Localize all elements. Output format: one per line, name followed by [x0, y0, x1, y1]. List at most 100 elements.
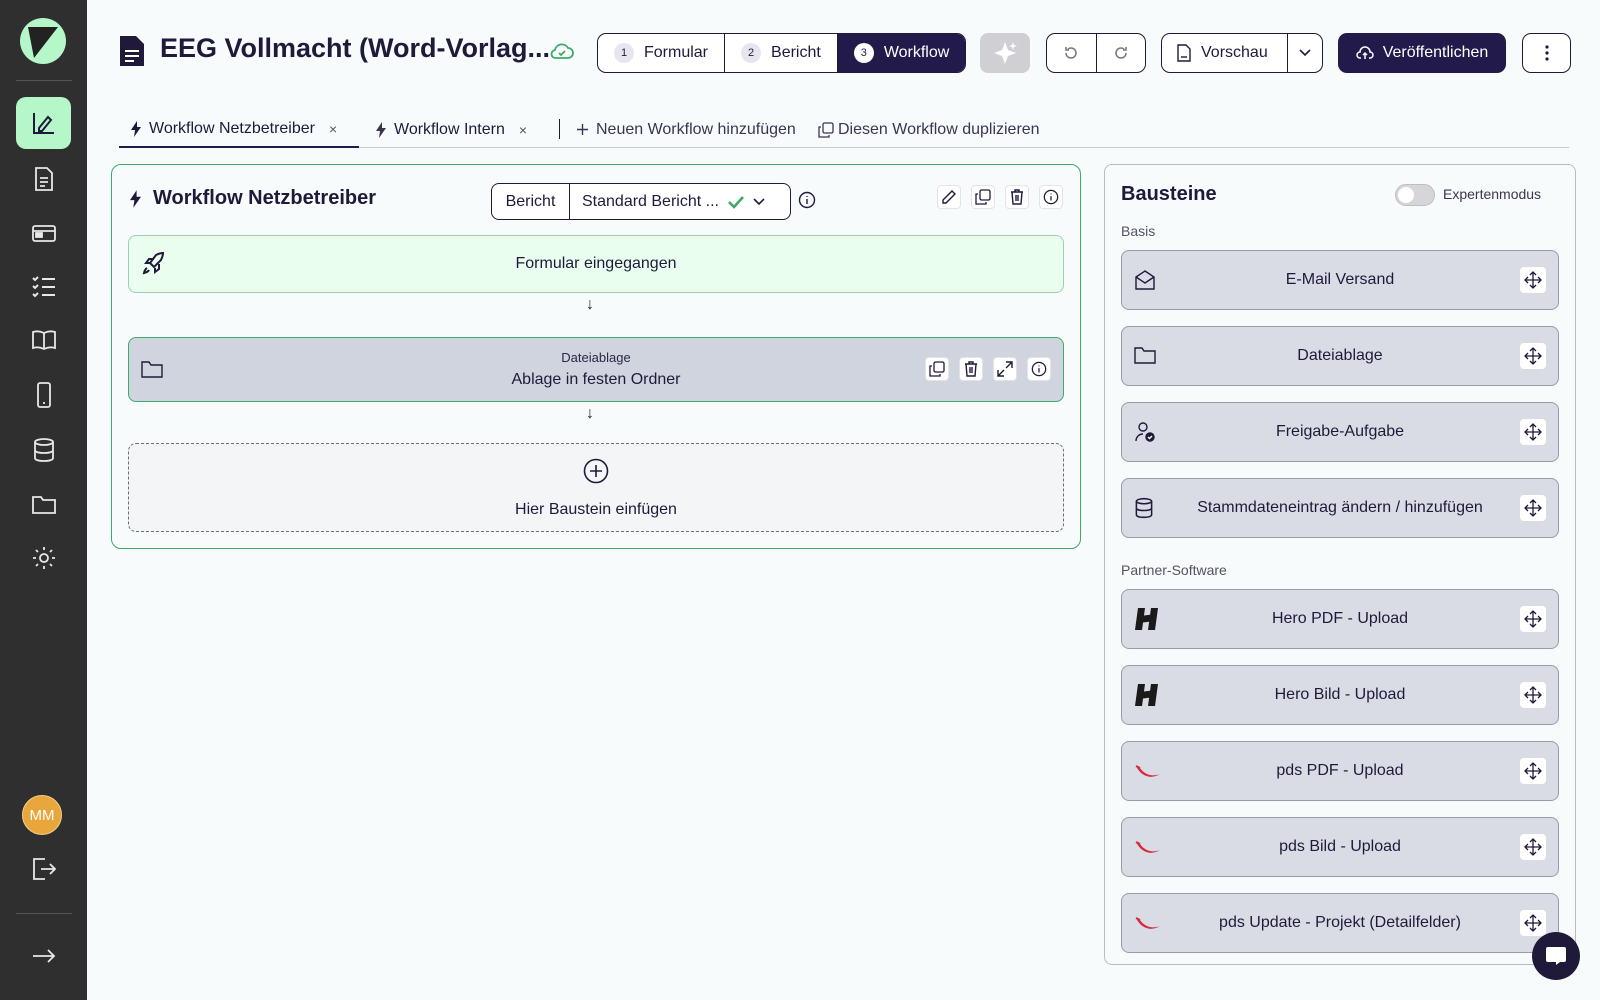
app-logo-icon[interactable] — [20, 18, 66, 64]
duplicate-workflow-button[interactable]: Diesen Workflow duplizieren — [818, 111, 1040, 148]
block-master-data[interactable]: Stammdateneintrag ändern / hinzufügen — [1121, 478, 1559, 538]
sidebar-item-tasks[interactable] — [16, 260, 71, 312]
bolt-icon — [130, 189, 141, 208]
more-vertical-icon — [1544, 45, 1549, 61]
move-icon[interactable] — [1520, 758, 1546, 784]
tab-label: Workflow Netzbetreiber — [149, 119, 315, 137]
duplicate-workflow-label: Diesen Workflow duplizieren — [838, 120, 1040, 138]
step-label: Workflow — [883, 44, 950, 61]
avatar-initials: MM — [29, 806, 55, 824]
logout-icon — [32, 858, 56, 880]
step-label: Bericht — [771, 44, 821, 61]
page-title: EEG Vollmacht (Word-Vorlag... — [160, 33, 551, 63]
tab-bericht[interactable]: 2 Bericht — [725, 34, 838, 72]
bolt-icon — [131, 120, 141, 137]
pdf-file-icon — [1177, 44, 1191, 62]
copy-icon — [929, 361, 945, 377]
delete-workflow-button[interactable] — [1005, 185, 1029, 209]
sidebar-item-logout[interactable] — [16, 843, 71, 895]
block-pds-image-upload[interactable]: pds Bild - Upload — [1121, 817, 1559, 877]
flow-arrow-icon: ↓ — [586, 405, 594, 422]
copy-step-button[interactable] — [925, 357, 949, 381]
cloud-check-icon — [550, 42, 574, 60]
wallet-icon — [31, 225, 56, 242]
tab-workflow-netzbetreiber[interactable]: Workflow Netzbetreiber × — [119, 111, 359, 148]
tab-workflow[interactable]: 3 Workflow — [837, 34, 966, 72]
report-select[interactable]: Bericht Standard Bericht ... — [491, 183, 791, 220]
tab-label: Workflow Intern — [394, 120, 505, 138]
preview-dropdown-button[interactable] — [1288, 34, 1322, 72]
expert-mode-toggle[interactable] — [1395, 184, 1435, 206]
workflow-info-button[interactable] — [1039, 185, 1063, 209]
trigger-node-label: Formular eingegangen — [515, 255, 677, 272]
block-approval-task[interactable]: Freigabe-Aufgabe — [1121, 402, 1559, 462]
block-file-storage[interactable]: Dateiablage — [1121, 326, 1559, 386]
hero-logo-icon — [1134, 682, 1162, 708]
workflow-canvas: Workflow Netzbetreiber Bericht Standard … — [111, 164, 1081, 549]
delete-step-button[interactable] — [959, 357, 983, 381]
database-icon — [33, 438, 54, 462]
sidebar-expand-button[interactable] — [16, 930, 71, 982]
move-icon[interactable] — [1520, 495, 1546, 521]
block-hero-image-upload[interactable]: Hero Bild - Upload — [1121, 665, 1559, 725]
sidebar-item-database[interactable] — [16, 424, 71, 476]
tab-formular[interactable]: 1 Formular — [598, 34, 726, 72]
sparkle-icon — [994, 42, 1017, 64]
plus-icon — [577, 124, 588, 135]
edit-workflow-button[interactable] — [937, 185, 961, 209]
sidebar-item-files[interactable] — [16, 478, 71, 530]
workflow-step-node[interactable]: Dateiablage Ablage in festen Ordner — [128, 337, 1064, 402]
report-info-icon[interactable] — [798, 191, 816, 209]
info-icon — [1043, 189, 1059, 205]
report-select-label: Bericht — [492, 184, 570, 219]
move-icon[interactable] — [1520, 682, 1546, 708]
checklist-icon — [31, 276, 55, 298]
add-workflow-button[interactable]: Neuen Workflow hinzufügen — [577, 111, 796, 148]
move-icon[interactable] — [1520, 419, 1546, 445]
hero-logo-icon — [1134, 606, 1162, 632]
step-info-button[interactable] — [1027, 357, 1051, 381]
preview-button[interactable]: Vorschau — [1162, 34, 1288, 72]
workflow-actions — [937, 185, 1063, 209]
move-icon[interactable] — [1520, 834, 1546, 860]
move-icon[interactable] — [1520, 267, 1546, 293]
chevron-down-icon — [1299, 49, 1311, 57]
copy-workflow-button[interactable] — [971, 185, 995, 209]
block-label: Hero PDF - Upload — [1271, 610, 1409, 627]
sidebar-item-editor[interactable] — [16, 97, 71, 149]
avatar[interactable]: MM — [22, 795, 62, 835]
tab-workflow-intern[interactable]: Workflow Intern × — [376, 111, 527, 148]
expand-step-button[interactable] — [993, 357, 1017, 381]
block-pds-pdf-upload[interactable]: pds PDF - Upload — [1121, 741, 1559, 801]
redo-icon — [1115, 47, 1127, 59]
ai-assist-button[interactable] — [980, 33, 1030, 73]
sidebar-item-cards[interactable] — [16, 207, 71, 259]
preview-label: Vorschau — [1201, 44, 1268, 61]
block-email[interactable]: E-Mail Versand — [1121, 250, 1559, 310]
move-icon[interactable] — [1520, 343, 1546, 369]
publish-button[interactable]: Veröffentlichen — [1338, 33, 1506, 73]
add-workflow-label: Neuen Workflow hinzufügen — [596, 120, 796, 138]
tab-divider — [559, 119, 560, 139]
undo-button[interactable] — [1047, 34, 1097, 72]
sidebar-item-settings[interactable] — [16, 532, 71, 584]
chat-support-button[interactable] — [1532, 932, 1580, 980]
trigger-node[interactable]: Formular eingegangen — [128, 235, 1064, 293]
sidebar-item-mobile[interactable] — [16, 369, 71, 421]
group-label-basis: Basis — [1121, 223, 1156, 239]
sidebar-item-documents[interactable] — [16, 153, 71, 205]
block-pds-project-update[interactable]: pds Update - Projekt (Detailfelder) — [1121, 893, 1559, 953]
more-menu-button[interactable] — [1522, 33, 1571, 73]
move-icon[interactable] — [1520, 606, 1546, 632]
step-label: Formular — [644, 44, 709, 61]
sidebar-item-handbook[interactable] — [16, 314, 71, 366]
add-block-dropzone[interactable]: Hier Baustein einfügen — [128, 443, 1064, 532]
publish-label: Veröffentlichen — [1382, 44, 1489, 61]
workflow-tabs: Workflow Netzbetreiber × Workflow Intern… — [119, 111, 1569, 148]
move-icon[interactable] — [1520, 910, 1546, 936]
block-hero-pdf-upload[interactable]: Hero PDF - Upload — [1121, 589, 1559, 649]
close-tab-icon[interactable]: × — [329, 121, 337, 137]
redo-button[interactable] — [1097, 34, 1146, 72]
expert-mode-label: Expertenmodus — [1443, 186, 1542, 202]
close-tab-icon[interactable]: × — [519, 122, 527, 138]
